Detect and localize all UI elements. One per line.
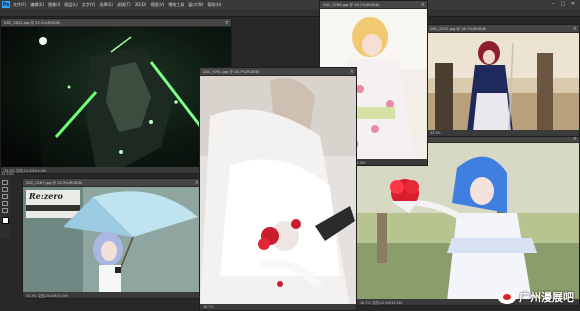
menu-filter[interactable]: 滤镜(T)	[117, 2, 131, 8]
image-canvas[interactable]	[427, 33, 579, 130]
watermark-text: 广州漫展吧	[519, 291, 574, 304]
document-window-5[interactable]: DSC_9752.jpg @ 16.7%(RGB/8) × 33.3%	[426, 24, 580, 137]
brush-tool-icon[interactable]	[2, 208, 8, 213]
document-title: DSC_0167.jpg @ 33.3%(RGB/8)	[26, 180, 83, 185]
tools-panel	[0, 178, 10, 238]
zoom-status: 16.7%	[203, 305, 214, 309]
close-icon[interactable]: ×	[573, 26, 577, 32]
close-icon[interactable]: ×	[350, 69, 354, 75]
photo-redhair-cosplay	[427, 33, 579, 130]
image-canvas[interactable]	[200, 76, 356, 304]
document-title: DSC_9768.jpg @ 16.7%(RGB/8)	[323, 2, 380, 7]
menu-file[interactable]: 文件(F)	[13, 2, 26, 8]
menu-edit[interactable]: 编辑(E)	[30, 2, 44, 8]
status-bar: 33.3%	[427, 130, 579, 136]
image-canvas[interactable]	[357, 143, 579, 299]
weibo-logo-icon	[498, 290, 516, 304]
close-icon[interactable]: ✕	[570, 1, 576, 7]
document-tab-2[interactable]: DSC_0167.jpg @ 33.3%(RGB/8) ×	[23, 179, 201, 187]
menu-layer[interactable]: 图层(L)	[64, 2, 77, 8]
document-title: DSC_9761.jpg @ 16.7%(RGB/8)	[203, 69, 260, 74]
status-bar: 33.3% 文档:24.0M/24.0M	[1, 167, 231, 173]
zoom-status: 33.3% 文档:24.0M/24.0M	[26, 293, 68, 298]
watermark: 广州漫展吧	[498, 289, 574, 305]
marquee-tool-icon[interactable]	[2, 187, 8, 192]
move-tool-icon[interactable]	[2, 180, 8, 185]
document-window-3[interactable]: DSC_9761.jpg @ 16.7%(RGB/8) × 16.7%	[199, 67, 357, 311]
document-window-2[interactable]: DSC_0167.jpg @ 33.3%(RGB/8) × Re:zero 33…	[22, 178, 202, 299]
menu-type[interactable]: 文字(Y)	[82, 2, 96, 8]
document-tab-1[interactable]: DSC_9832.jpg @ 33.3%(RGB/8) ×	[1, 19, 231, 27]
menu-window[interactable]: 窗口(W)	[188, 2, 203, 8]
photo-brand-text: Re:zero	[29, 191, 63, 201]
image-canvas[interactable]: Re:zero	[23, 187, 201, 292]
menu-bar: Ps 文件(F) 编辑(E) 图像(I) 图层(L) 文字(Y) 选择(S) 滤…	[0, 0, 580, 9]
lasso-tool-icon[interactable]	[2, 194, 8, 199]
document-tab-5[interactable]: DSC_9752.jpg @ 16.7%(RGB/8) ×	[427, 25, 579, 33]
zoom-label: 33.33%	[1, 172, 14, 176]
menu-view[interactable]: 视图(V)	[150, 2, 164, 8]
menu-help[interactable]: 帮助(H)	[207, 2, 221, 8]
close-icon[interactable]: ×	[225, 20, 229, 26]
document-tab-4[interactable]: DSC_9768.jpg @ 16.7%(RGB/8) ×	[320, 1, 427, 9]
menu-select[interactable]: 选择(S)	[99, 2, 113, 8]
photo-bridal-cosplay	[200, 76, 356, 304]
document-tab-3[interactable]: DSC_9761.jpg @ 16.7%(RGB/8) ×	[200, 68, 356, 76]
options-bar	[0, 9, 580, 17]
window-controls: – □ ✕	[550, 1, 576, 7]
photoshop-window: Ps 文件(F) 编辑(E) 图像(I) 图层(L) 文字(Y) 选择(S) 滤…	[0, 0, 580, 311]
minimize-icon[interactable]: –	[550, 1, 556, 7]
crop-tool-icon[interactable]	[2, 201, 8, 206]
status-bar: 33.3% 文档:24.0M/24.0M	[23, 292, 201, 298]
zoom-status: 16.7% 文档:24.0M/24.0M	[360, 300, 402, 305]
menu-3d[interactable]: 3D(D)	[135, 2, 147, 7]
photo-bouquet-cosplay	[357, 143, 579, 299]
zoom-status: 33.3%	[430, 131, 441, 135]
menu-image[interactable]: 图像(I)	[48, 2, 60, 8]
menu-plugins[interactable]: 增效工具	[168, 2, 184, 8]
app-logo: Ps	[2, 1, 10, 8]
document-window-1[interactable]: DSC_9832.jpg @ 33.3%(RGB/8) × 33.3% 文档:2…	[0, 18, 232, 174]
color-swatch-icon[interactable]	[1, 217, 9, 224]
close-icon[interactable]: ×	[421, 2, 425, 8]
maximize-icon[interactable]: □	[560, 1, 566, 7]
photo-mecha-cosplay	[1, 27, 231, 167]
document-title: DSC_9832.jpg @ 33.3%(RGB/8)	[4, 20, 61, 25]
photo-umbrella-cosplay	[23, 187, 201, 292]
image-canvas[interactable]	[1, 27, 231, 167]
status-bar: 16.7%	[200, 304, 356, 310]
document-title: DSC_9752.jpg @ 16.7%(RGB/8)	[430, 26, 487, 31]
